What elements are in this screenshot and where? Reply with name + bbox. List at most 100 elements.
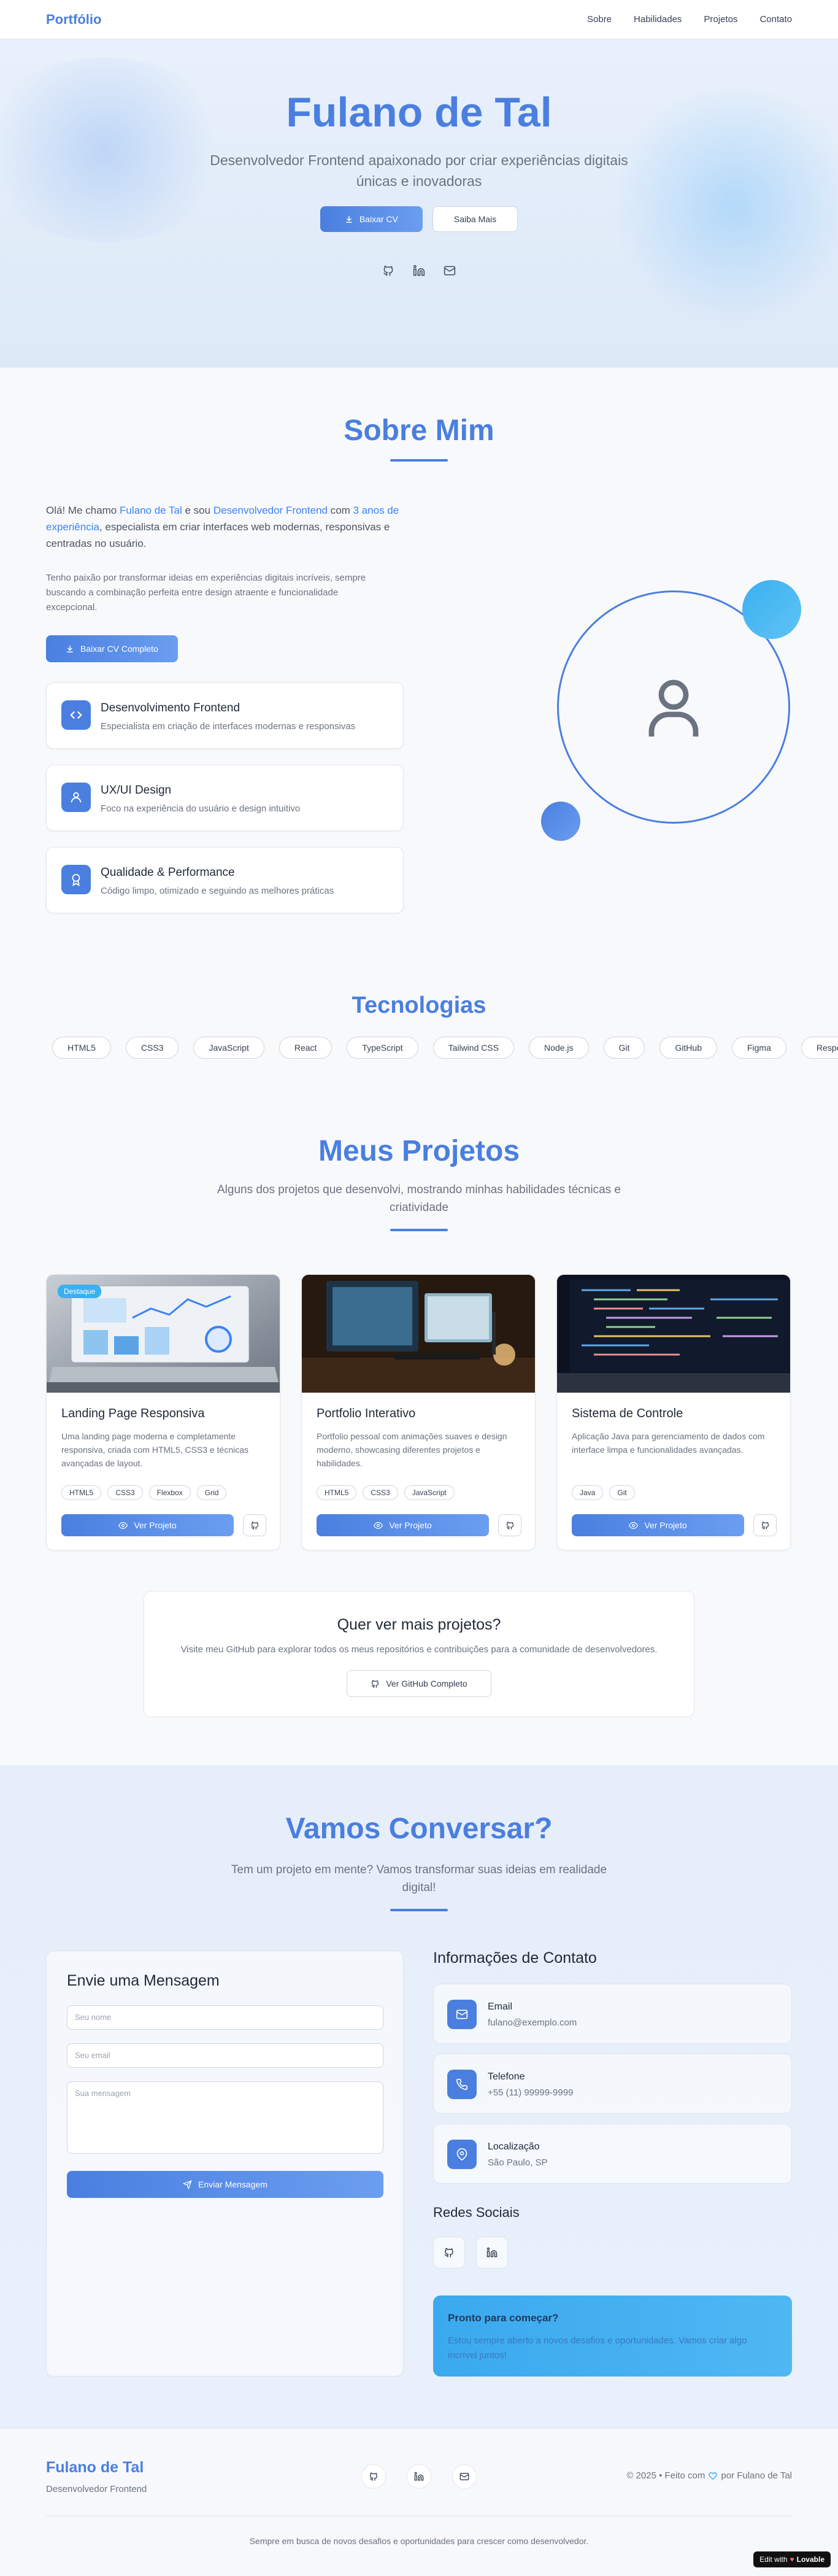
about-paragraph: Tenho paixão por transformar ideias em e… [46,573,366,613]
project-desc: Portfolio pessoal com animações suaves e… [317,1431,507,1468]
social-title: Redes Sociais [433,2205,520,2220]
copyright-prefix: © 2025 • Feito com [626,2470,705,2481]
view-project-button[interactable]: Ver Projeto [317,1514,489,1536]
code-icon [61,700,91,730]
learn-more-button[interactable]: Saiba Mais [432,206,518,232]
more-projects-title: Quer ver mais projetos? [337,1616,501,1633]
about-intro-with: com [327,505,353,516]
project-tags: HTML5 CSS3 JavaScript [317,1485,455,1500]
project-tag: JavaScript [404,1485,455,1500]
tech-chip: Responsive Design [801,1037,838,1059]
footer-copyright: © 2025 • Feito com por Fulano de Tal [626,2470,792,2481]
view-project-label: Ver Projeto [134,1520,177,1530]
nav-link-projetos[interactable]: Projetos [704,14,737,25]
project-card: Destaque Landing Page Responsiva Uma lan… [46,1274,280,1550]
tech-title: Tecnologias [352,992,486,1018]
feature-title: Qualidade & Performance [101,866,235,879]
view-project-button[interactable]: Ver Projeto [61,1514,234,1536]
email-field[interactable]: Seu email [67,2043,383,2068]
award-icon [61,865,91,894]
tech-chip: CSS3 [125,1037,179,1059]
contact-info-label: Localização [488,2141,540,2152]
name-field[interactable]: Seu nome [67,2005,383,2030]
tech-chip: Tailwind CSS [432,1037,515,1059]
send-icon [183,2180,192,2189]
more-projects-desc: Visite meu GitHub para explorar todos os… [180,1644,658,1655]
nav-link-sobre[interactable]: Sobre [587,14,612,25]
feature-desc: Especialista em criação de interfaces mo… [101,721,356,732]
github-icon[interactable] [498,1514,521,1536]
tech-chip: JavaScript [193,1037,264,1059]
github-icon[interactable] [243,1514,266,1536]
feature-title: Desenvolvimento Frontend [101,702,240,714]
linkedin-icon[interactable] [412,263,426,278]
github-icon[interactable] [433,2237,465,2269]
project-tag: CSS3 [107,1485,143,1500]
send-message-button[interactable]: Enviar Mensagem [67,2171,383,2198]
edit-with-lovable-badge[interactable]: Edit with ♥ Lovable [753,2551,831,2567]
contact-info-value[interactable]: +55 (11) 99999-9999 [488,2087,573,2098]
download-full-cv-label: Baixar CV Completo [80,644,158,654]
contact-info-location: Localização São Paulo, SP [433,2124,792,2184]
project-tags: Java Git [572,1485,635,1500]
nav-link-habilidades[interactable]: Habilidades [634,14,682,25]
project-card: Portfolio Interativo Portfolio pessoal c… [301,1274,536,1550]
project-title: Portfolio Interativo [317,1407,416,1420]
contact-info-title: Informações de Contato [433,1949,597,1967]
about-title-underline [390,459,448,462]
heart-icon [709,2472,718,2480]
ready-desc: Estou sempre aberto a novos desafios e o… [448,2335,747,2361]
contact-info-label: Telefone [488,2071,525,2082]
tech-chip: Git [603,1037,645,1059]
more-projects-card: Quer ver mais projetos? Visite meu GitHu… [144,1591,694,1717]
view-github-label: Ver GitHub Completo [386,1679,467,1688]
project-tag: HTML5 [61,1485,102,1500]
github-icon[interactable] [361,2464,386,2489]
download-full-cv-button[interactable]: Baixar CV Completo [46,635,178,662]
phone-icon [447,2070,477,2099]
about-title: Sobre Mim [344,414,494,447]
eye-icon [118,1521,128,1530]
hero-buttons: Baixar CV Saiba Mais [0,206,838,232]
contact-info-value: São Paulo, SP [488,2157,548,2168]
projects-title-underline [390,1229,448,1231]
message-field[interactable]: Sua mensagem [67,2081,383,2154]
tech-chip: HTML5 [52,1037,111,1059]
contact-info-phone: Telefone +55 (11) 99999-9999 [433,2054,792,2114]
eye-icon [374,1521,383,1530]
download-cv-button[interactable]: Baixar CV [320,206,423,232]
download-icon [66,644,74,653]
footer-tagline: Sempre em busca de novos desafios e opor… [249,2536,589,2546]
user-icon [644,673,703,741]
mail-icon[interactable] [452,2464,477,2489]
feature-desc: Código limpo, otimizado e seguindo as me… [101,886,334,896]
mail-icon[interactable] [442,263,457,278]
view-project-button[interactable]: Ver Projeto [572,1514,744,1536]
project-title: Sistema de Controle [572,1407,683,1420]
tech-chip: GitHub [659,1037,717,1059]
brand-logo[interactable]: Portfólio [46,12,101,28]
github-icon[interactable] [381,263,396,278]
projects-subtitle: Alguns dos projetos que desenvolvi, most… [217,1183,621,1214]
project-tags: HTML5 CSS3 Flexbox Grid [61,1485,227,1500]
tech-chip: Figma [731,1037,786,1059]
contact-info-email: Email fulano@exemplo.com [433,1984,792,2044]
ready-card: Pronto para começar? Estou sempre aberto… [433,2296,792,2377]
project-tag: Flexbox [148,1485,191,1500]
linkedin-icon[interactable] [476,2237,508,2269]
github-icon[interactable] [753,1514,777,1536]
footer-role: Desenvolvedor Frontend [46,2484,147,2494]
contact-info-value[interactable]: fulano@exemplo.com [488,2017,577,2028]
nav-link-contato[interactable]: Contato [759,14,792,25]
projects-title: Meus Projetos [318,1135,520,1167]
hero-section: Fulano de Tal Desenvolvedor Frontend apa… [0,39,838,368]
linkedin-icon[interactable] [407,2464,431,2489]
view-github-button[interactable]: Ver GitHub Completo [347,1670,491,1697]
about-intro-name: Fulano de Tal [120,505,182,516]
copyright-suffix: por Fulano de Tal [721,2470,792,2481]
project-image-desk-setup [302,1275,535,1393]
project-card: Sistema de Controle Aplicação Java para … [556,1274,791,1550]
badge-prefix: Edit with [759,2555,788,2564]
contact-subtitle: Tem um projeto em mente? Vamos transform… [231,1863,607,1894]
about-intro-role: Desenvolvedor Frontend [213,505,328,516]
